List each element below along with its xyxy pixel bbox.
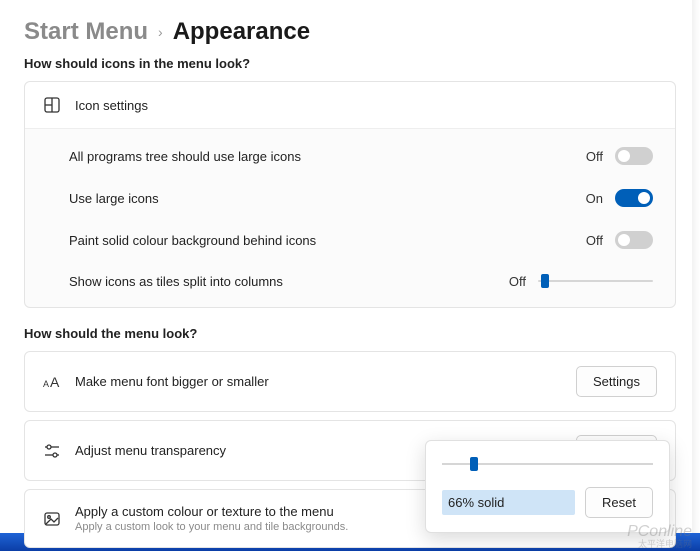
image-icon bbox=[43, 510, 61, 528]
toggle-state: Off bbox=[579, 233, 603, 248]
font-settings-button[interactable]: Settings bbox=[576, 366, 657, 397]
row-label: Use large icons bbox=[69, 191, 159, 206]
layout-icon bbox=[43, 96, 61, 114]
reset-button[interactable]: Reset bbox=[585, 487, 653, 518]
row-label: Paint solid colour background behind ico… bbox=[69, 233, 316, 248]
page-title: Appearance bbox=[173, 18, 310, 46]
toggle-solid-bg[interactable] bbox=[615, 231, 653, 249]
transparency-popup: 66% solid Reset bbox=[425, 440, 670, 533]
toggle-state: On bbox=[579, 191, 603, 206]
toggle-row-solid-bg: Paint solid colour background behind ico… bbox=[25, 219, 675, 261]
font-size-icon: AA bbox=[43, 373, 61, 391]
toggle-row-large-icons: Use large icons On bbox=[25, 177, 675, 219]
row-label: Show icons as tiles split into columns bbox=[69, 274, 283, 289]
toggle-large-tree-icons[interactable] bbox=[615, 147, 653, 165]
icon-settings-title: Icon settings bbox=[75, 98, 148, 113]
toggle-state: Off bbox=[579, 149, 603, 164]
tiles-columns-slider[interactable] bbox=[538, 273, 653, 289]
section-heading-icons: How should icons in the menu look? bbox=[24, 56, 676, 71]
chevron-right-icon: › bbox=[158, 24, 163, 40]
icon-settings-header[interactable]: Icon settings bbox=[25, 82, 675, 129]
row-label: All programs tree should use large icons bbox=[69, 149, 301, 164]
slider-state: Off bbox=[502, 274, 526, 289]
transparency-slider[interactable] bbox=[442, 455, 653, 473]
slider-row-tiles-columns: Show icons as tiles split into columns O… bbox=[25, 261, 675, 301]
font-size-row: AA Make menu font bigger or smaller Sett… bbox=[24, 351, 676, 412]
row-sublabel: Apply a custom look to your menu and til… bbox=[75, 521, 348, 533]
row-label: Apply a custom colour or texture to the … bbox=[75, 504, 348, 519]
toggle-row-large-tree-icons: All programs tree should use large icons… bbox=[25, 135, 675, 177]
breadcrumb-parent[interactable]: Start Menu bbox=[24, 18, 148, 46]
sliders-icon bbox=[43, 442, 61, 460]
breadcrumb: Start Menu › Appearance bbox=[24, 18, 676, 46]
toggle-large-icons[interactable] bbox=[615, 189, 653, 207]
transparency-value[interactable]: 66% solid bbox=[442, 490, 575, 515]
window-right-edge bbox=[692, 0, 700, 533]
row-label: Make menu font bigger or smaller bbox=[75, 374, 269, 389]
section-heading-menu: How should the menu look? bbox=[24, 326, 676, 341]
row-label: Adjust menu transparency bbox=[75, 443, 226, 458]
svg-text:A: A bbox=[50, 374, 60, 390]
svg-text:A: A bbox=[43, 379, 49, 389]
icon-settings-card: Icon settings All programs tree should u… bbox=[24, 81, 676, 308]
